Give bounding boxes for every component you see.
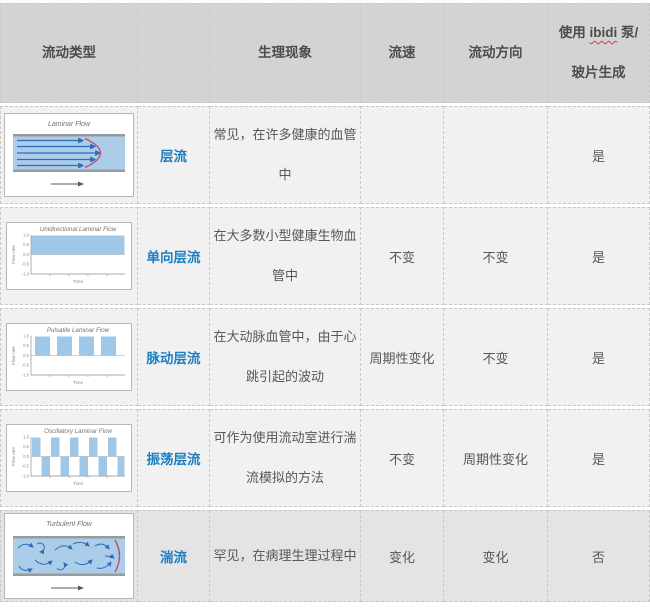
oscillatory-flow-figure: Oscillatory Laminar Flow Flow rate 1.0 0… (6, 424, 132, 492)
svg-text:Turbulent Flow: Turbulent Flow (46, 521, 93, 528)
svg-text:0.0: 0.0 (23, 252, 29, 257)
flow-name-label: 单向层流 (147, 250, 201, 265)
cell-phenomenon: 在大动脉血管中，由于心跳引起的波动 (210, 308, 361, 406)
svg-text:1.0: 1.0 (23, 233, 29, 238)
cell-flow-name: 湍流 (138, 510, 210, 602)
header-ibidi-line1: 使用 ibidi 泵/ (550, 13, 647, 53)
svg-text:Time: Time (73, 380, 83, 385)
ibidi-brand-text: ibidi (590, 25, 618, 40)
pulsatile-flow-figure: Pulsatile Laminar Flow Flow rate 1.0 0.5… (6, 323, 132, 391)
svg-text:Flow rate: Flow rate (11, 447, 16, 466)
cell-flow-diagram: Turbulent Flow (0, 510, 138, 602)
cell-speed: 周期性变化 (361, 308, 444, 406)
oscillatory-flow-chart: Oscillatory Laminar Flow Flow rate 1.0 0… (7, 425, 131, 491)
svg-text:Time: Time (73, 481, 83, 486)
cell-speed: 不变 (361, 409, 444, 507)
table-row-laminar: Laminar Flow (0, 106, 650, 204)
header-flow-name-spacer (138, 3, 210, 103)
cell-speed (361, 106, 444, 204)
table-row-unidirectional: Unidirectional Laminar Flow Flow rate 1.… (0, 207, 650, 305)
cell-flow-name: 振荡层流 (138, 409, 210, 507)
laminar-flow-diagram: Laminar Flow (5, 114, 133, 196)
flow-name-label: 层流 (160, 149, 187, 164)
table-row-oscillatory: Oscillatory Laminar Flow Flow rate 1.0 0… (0, 409, 650, 507)
svg-text:-1.0: -1.0 (22, 474, 30, 479)
header-phenomenon: 生理现象 (210, 3, 361, 103)
laminar-flow-figure: Laminar Flow (4, 113, 134, 197)
y-tick-labels: 1.0 0.5 0.0 -0.5 -1.0 (22, 233, 30, 277)
svg-text:0.5: 0.5 (23, 242, 29, 247)
cell-speed: 变化 (361, 510, 444, 602)
cell-flow-diagram: Oscillatory Laminar Flow Flow rate 1.0 0… (0, 409, 138, 507)
cell-ibidi: 是 (548, 409, 650, 507)
svg-text:1.0: 1.0 (23, 334, 29, 339)
flow-name-label: 振荡层流 (147, 452, 201, 467)
cell-ibidi: 是 (548, 106, 650, 204)
turbulent-flow-diagram: Turbulent Flow (5, 514, 133, 598)
cell-phenomenon: 常见，在许多健康的血管中 (210, 106, 361, 204)
svg-text:0.5: 0.5 (23, 343, 29, 348)
svg-text:Flow rate: Flow rate (11, 245, 16, 264)
header-ibidi-prefix: 使用 (559, 25, 590, 40)
header-ibidi-suffix: 泵/ (617, 25, 638, 40)
svg-text:Pulsatile Laminar Flow: Pulsatile Laminar Flow (47, 327, 110, 334)
svg-text:Unidirectional Laminar Flow: Unidirectional Laminar Flow (40, 226, 117, 233)
svg-text:0.0: 0.0 (23, 454, 29, 459)
unidirectional-flow-chart: Unidirectional Laminar Flow Flow rate 1.… (7, 223, 131, 289)
svg-text:0.0: 0.0 (23, 353, 29, 358)
svg-text:1.0: 1.0 (23, 435, 29, 440)
header-speed: 流速 (361, 3, 444, 103)
cell-flow-name: 单向层流 (138, 207, 210, 305)
cell-phenomenon: 可作为使用流动室进行湍流模拟的方法 (210, 409, 361, 507)
table-row-pulsatile: Pulsatile Laminar Flow Flow rate 1.0 0.5… (0, 308, 650, 406)
unidirectional-flow-figure: Unidirectional Laminar Flow Flow rate 1.… (6, 222, 132, 290)
header-row: 流动类型 生理现象 流速 流动方向 使用 ibidi 泵/ 玻片生成 (0, 3, 650, 103)
pulse-bars (35, 337, 116, 356)
svg-text:-1.0: -1.0 (22, 272, 30, 277)
flow-types-table: 流动类型 生理现象 流速 流动方向 使用 ibidi 泵/ 玻片生成 Lamin… (0, 0, 650, 605)
cell-flow-name: 脉动层流 (138, 308, 210, 406)
header-flow-type: 流动类型 (0, 3, 138, 103)
flow-name-label: 脉动层流 (147, 351, 201, 366)
cell-phenomenon: 在大多数小型健康生物血管中 (210, 207, 361, 305)
cell-ibidi: 否 (548, 510, 650, 602)
svg-text:Oscillatory Laminar Flow: Oscillatory Laminar Flow (44, 428, 112, 435)
cell-speed: 不变 (361, 207, 444, 305)
svg-text:0.5: 0.5 (23, 444, 29, 449)
cell-flow-name: 层流 (138, 106, 210, 204)
cell-ibidi: 是 (548, 207, 650, 305)
svg-text:-0.5: -0.5 (22, 363, 30, 368)
cell-phenomenon: 罕见，在病理生理过程中 (210, 510, 361, 602)
header-ibidi: 使用 ibidi 泵/ 玻片生成 (548, 3, 650, 103)
cell-flow-diagram: Laminar Flow (0, 106, 138, 204)
svg-text:Laminar Flow: Laminar Flow (48, 121, 91, 128)
cell-ibidi: 是 (548, 308, 650, 406)
pulsatile-flow-chart: Pulsatile Laminar Flow Flow rate 1.0 0.5… (7, 324, 131, 390)
cell-direction: 不变 (444, 207, 548, 305)
cell-flow-diagram: Pulsatile Laminar Flow Flow rate 1.0 0.5… (0, 308, 138, 406)
svg-text:-0.5: -0.5 (22, 262, 30, 267)
cell-direction: 变化 (444, 510, 548, 602)
header-direction: 流动方向 (444, 3, 548, 103)
cell-direction: 不变 (444, 308, 548, 406)
cell-flow-diagram: Unidirectional Laminar Flow Flow rate 1.… (0, 207, 138, 305)
svg-text:Flow rate: Flow rate (11, 346, 16, 365)
y-tick-labels: 1.0 0.5 0.0 -0.5 -1.0 (22, 334, 30, 378)
flow-types-page: 流动类型 生理现象 流速 流动方向 使用 ibidi 泵/ 玻片生成 Lamin… (0, 0, 650, 605)
svg-text:-0.5: -0.5 (22, 464, 30, 469)
constant-flow-area (32, 236, 125, 255)
svg-text:Time: Time (73, 279, 83, 284)
table-row-turbulent: Turbulent Flow (0, 510, 650, 602)
cell-direction: 周期性变化 (444, 409, 548, 507)
y-tick-labels: 1.0 0.5 0.0 -0.5 -1.0 (22, 435, 30, 479)
cell-direction (444, 106, 548, 204)
header-ibidi-line2: 玻片生成 (550, 53, 647, 93)
svg-text:-1.0: -1.0 (22, 373, 30, 378)
turbulent-flow-figure: Turbulent Flow (4, 513, 134, 599)
flow-name-label: 湍流 (160, 550, 187, 565)
